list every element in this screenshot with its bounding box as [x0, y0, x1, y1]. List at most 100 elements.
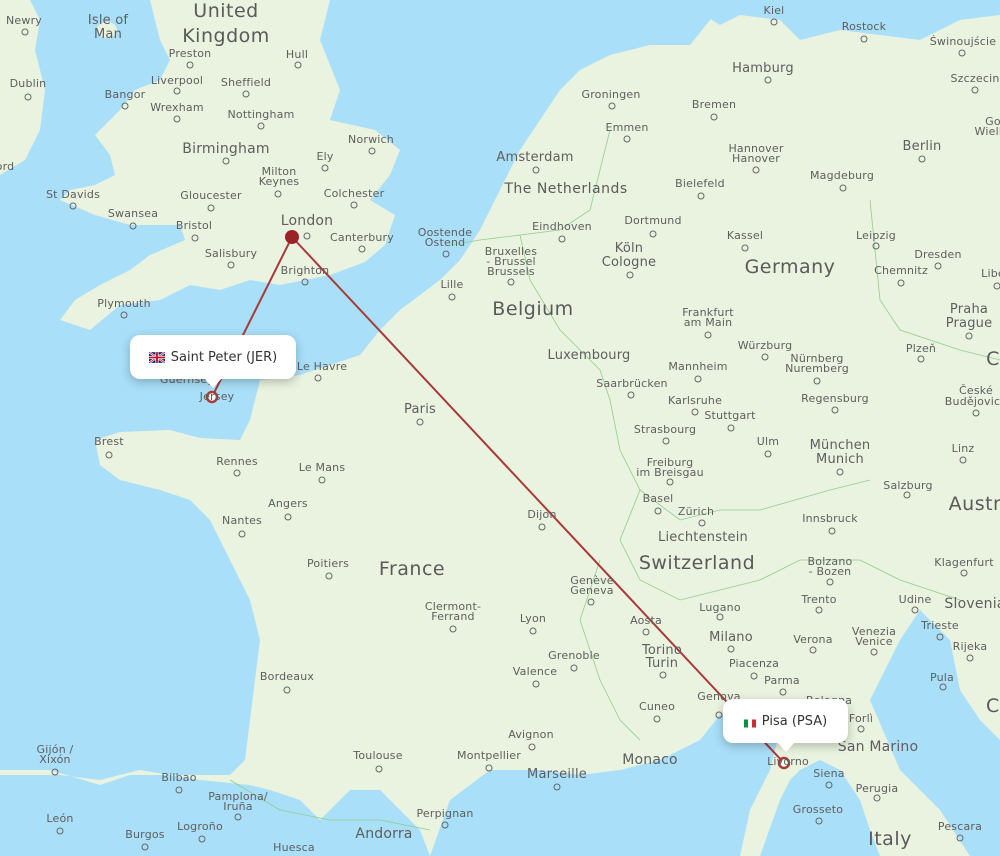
city-dot-gijon2 [51, 768, 59, 776]
map-label-milano: Milano [709, 630, 753, 645]
map-label-norwich: Norwich [348, 133, 394, 146]
city-dot-brighton [301, 278, 309, 286]
map-label-pescara: Pescara [937, 820, 983, 833]
map-label-plzen: Plzeň [905, 342, 937, 355]
map-label-grosseto: Grosseto [792, 803, 844, 816]
map-label-wurz: Würzburg [737, 339, 793, 352]
city-dot-geneve2 [587, 598, 595, 606]
map-label-mun2: Munich [816, 452, 864, 467]
city-dot-montpellier [485, 764, 493, 772]
city-dot-bordeaux [283, 686, 291, 694]
map-label-ven2: Venice [855, 635, 893, 648]
map-label-c_fr: France [378, 558, 446, 580]
city-dot-clermont2 [449, 625, 457, 633]
city-dot-forli [857, 725, 865, 733]
city-dot-paris [416, 418, 424, 426]
city-dot-bangor [121, 102, 129, 110]
map-label-lille: Lille [440, 278, 464, 291]
city-dot-karlsruhe [691, 408, 699, 416]
map-label-frei2: im Breisgau [636, 466, 704, 479]
city-dot-innsbruck [828, 527, 836, 535]
city-dot-liverpool [173, 87, 181, 95]
city-dot-bilbao [175, 786, 183, 794]
map-label-trento: Trento [801, 593, 837, 606]
map-label-bielefeld: Bielefeld [675, 177, 725, 190]
city-dot-ulm [764, 450, 772, 458]
map-label-brux3: Brussels [487, 265, 535, 278]
map-label-pamp2: Iruña [223, 800, 253, 813]
city-dot-ely [321, 164, 329, 172]
city-dot-parma [779, 688, 787, 696]
map-label-bordeaux: Bordeaux [259, 670, 315, 683]
map-label-milton2: Keynes [258, 175, 300, 188]
map-label-avignon: Avignon [508, 728, 554, 741]
map-label-c_li: Liechtenstein [658, 530, 748, 545]
map-label-c_ad: Andorra [355, 826, 413, 842]
city-dot-stuttgart [727, 424, 735, 432]
city-dot-birmingham [222, 157, 230, 165]
city-dot-canterbury [358, 245, 366, 253]
map-label-paris: Paris [404, 402, 436, 417]
map-label-huesca: Huesca [273, 841, 315, 854]
map-label-c_be: Belgium [492, 298, 574, 320]
map-label-rostock: Rostock [841, 20, 887, 33]
map-label-c_lu: Luxembourg [547, 348, 631, 363]
map-label-eindhoven: Eindhoven [532, 220, 592, 233]
map-label-praha2: Prague [945, 316, 993, 331]
map-label-stuttgart: Stuttgart [704, 409, 756, 422]
map-label-tor2: Turin [645, 656, 679, 671]
city-dot-mannheim [694, 375, 702, 383]
map-label-siena: Siena [813, 767, 845, 780]
city-dot-saar [627, 391, 635, 399]
city-dot-bolz2 [826, 578, 834, 586]
destination-airport-popup[interactable]: Pisa (PSA) [723, 699, 848, 752]
map-label-gijon2: Xixón [39, 753, 71, 766]
map-label-colchester: Colchester [323, 187, 385, 200]
map-label-verona: Verona [793, 633, 833, 646]
city-dot-grenoble [570, 664, 578, 672]
map-label-clermont2: Ferrand [431, 610, 475, 623]
city-dot-marseille [553, 783, 561, 791]
city-dot-dresden [934, 262, 942, 270]
city-dot-nantes [238, 530, 246, 538]
city-dot-dublin [24, 93, 32, 101]
city-dot-leipzig [872, 242, 880, 250]
map-label-leon: León [46, 812, 74, 825]
map-label-hann2: Hanover [732, 152, 780, 165]
map-label-udine: Udine [898, 593, 932, 606]
map-label-rijeka: Rijeka [952, 640, 988, 653]
map-label-c_ch: Switzerland [638, 552, 756, 574]
map-label-wrexham: Wrexham [150, 101, 204, 114]
city-dot-praha2 [965, 332, 973, 340]
map-label-brighton: Brighton [280, 264, 330, 277]
route-layer [205, 230, 791, 770]
map-label-bangor: Bangor [104, 88, 146, 101]
city-dot-sheffield [242, 90, 250, 98]
city-dot-lehavre [314, 374, 322, 382]
city-dot-linz [959, 456, 967, 464]
map-label-lugano: Lugano [699, 601, 741, 614]
map-label-c_uk1: United [193, 0, 259, 22]
map-label-praha1: Praha [949, 302, 989, 317]
city-dot-logrono [198, 835, 206, 843]
map-label-dijon: Dijon [527, 508, 557, 521]
city-dot-trieste [936, 633, 944, 641]
city-dot-udine [911, 606, 919, 614]
map-label-mun1: München [809, 438, 871, 453]
map-label-c_it: Italy [868, 828, 912, 850]
london-hub-marker[interactable] [285, 230, 299, 244]
origin-airport-popup[interactable]: Saint Peter (JER) [130, 335, 296, 388]
city-dot-valence [532, 680, 540, 688]
city-dot-klagenfurt [960, 569, 968, 577]
it-flag-icon [743, 717, 756, 727]
map-label-zurich: Zürich [677, 505, 715, 518]
map-label-frank2: am Main [683, 316, 733, 329]
map-label-swin: Świnoujście [929, 35, 997, 48]
city-dot-nottingham [257, 122, 265, 130]
origin-airport-label: Saint Peter (JER) [170, 349, 278, 365]
map-label-perpignan: Perpignan [416, 807, 474, 820]
map-label-brest: Brest [94, 435, 124, 448]
city-dot-cuneo [653, 715, 661, 723]
city-dot-nurn2 [813, 377, 821, 385]
city-dot-frank2 [704, 331, 712, 339]
